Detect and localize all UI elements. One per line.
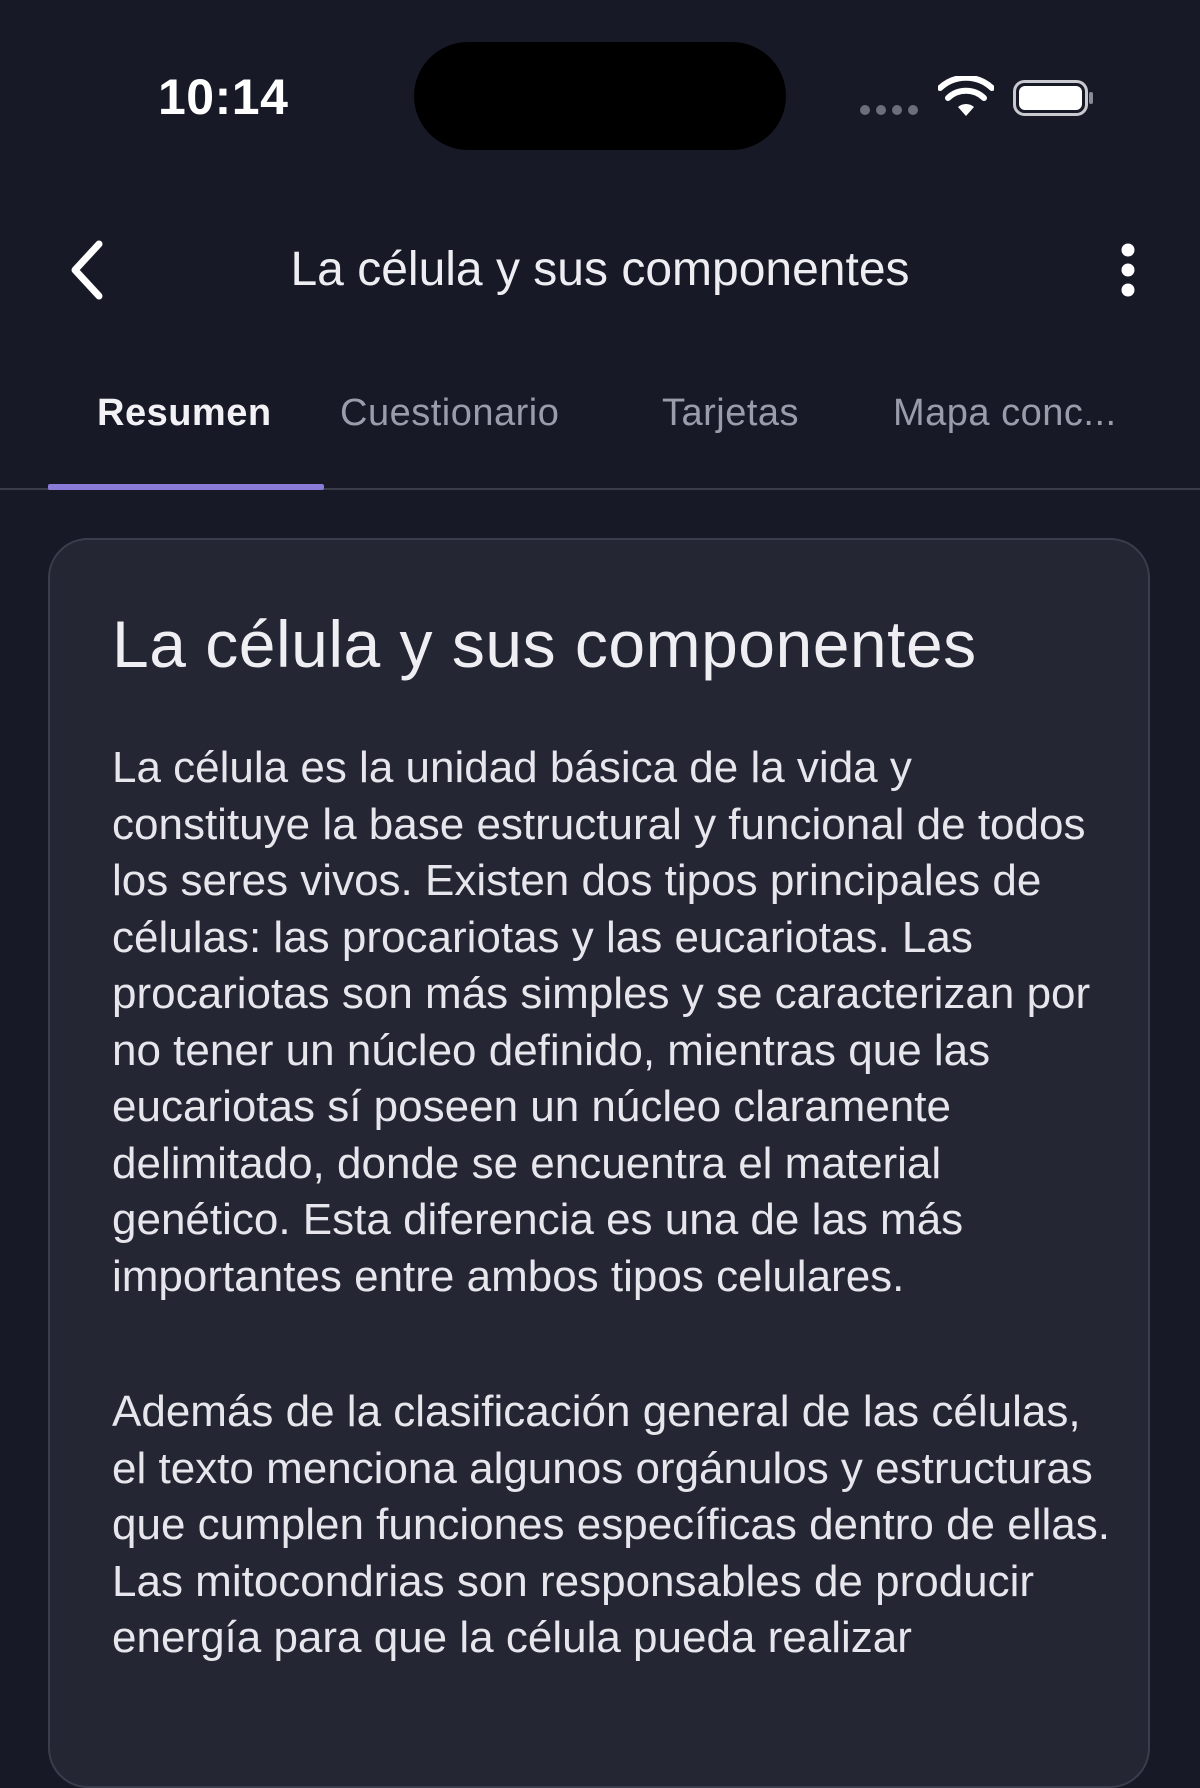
more-vertical-icon	[1121, 243, 1135, 297]
summary-title: La célula y sus componentes	[112, 607, 977, 681]
wifi-icon	[938, 76, 994, 116]
navigation-bar: La célula y sus componentes	[0, 220, 1200, 320]
tab-mapa-conceptual[interactable]: Mapa conc...	[893, 392, 1117, 435]
tab-tarjetas[interactable]: Tarjetas	[662, 392, 799, 435]
battery-icon	[1013, 80, 1093, 116]
active-tab-indicator	[48, 484, 324, 490]
dynamic-island	[414, 42, 786, 150]
more-options-button[interactable]	[1100, 234, 1156, 306]
status-bar: 10:14	[0, 0, 1200, 190]
cellular-signal-icon	[860, 105, 918, 115]
tab-bar: Resumen Cuestionario Tarjetas Mapa conc.…	[0, 370, 1200, 490]
tab-resumen[interactable]: Resumen	[97, 392, 272, 435]
summary-paragraph: Además de la clasificación general de la…	[112, 1387, 1110, 1662]
summary-card: La célula y sus componentes La célula es…	[48, 538, 1150, 1788]
tab-cuestionario[interactable]: Cuestionario	[340, 392, 559, 435]
status-time: 10:14	[158, 69, 289, 125]
summary-paragraph: La célula es la unidad básica de la vida…	[112, 743, 1091, 1301]
chevron-left-icon	[71, 240, 103, 300]
back-button[interactable]	[52, 230, 122, 310]
page-title: La célula y sus componentes	[290, 243, 910, 296]
